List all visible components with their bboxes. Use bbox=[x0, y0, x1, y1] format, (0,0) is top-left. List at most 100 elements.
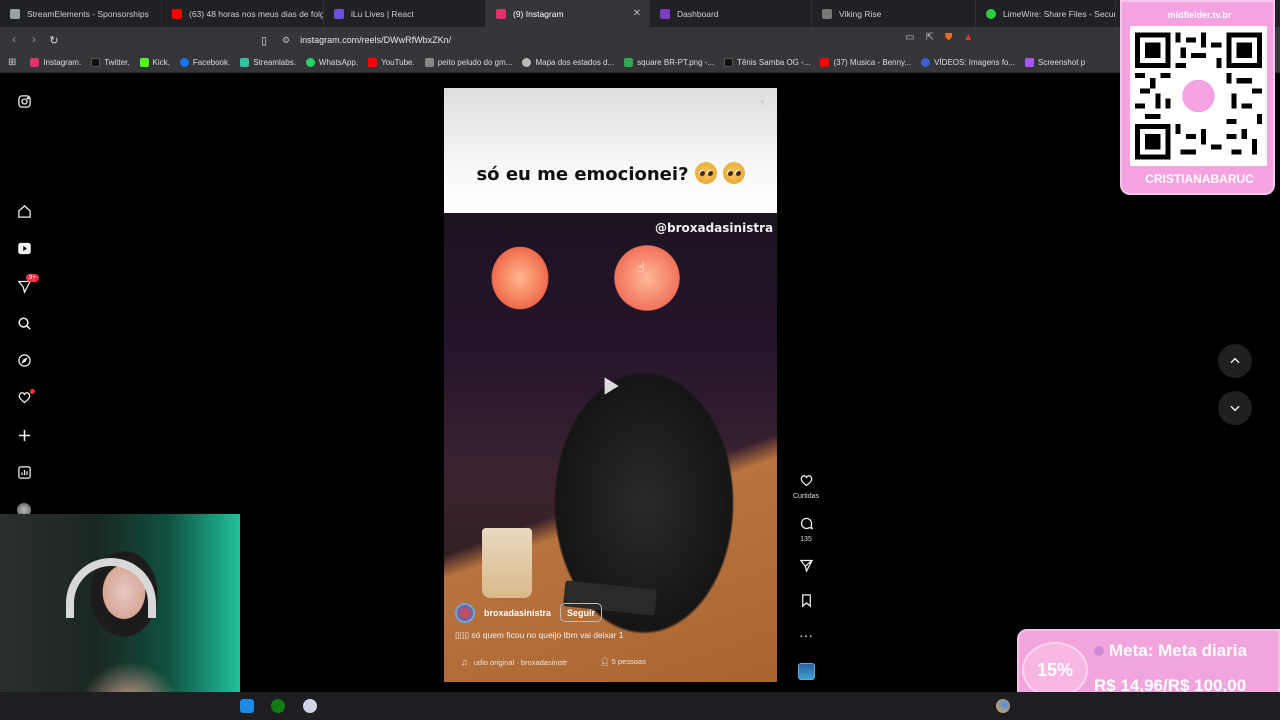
brave-shield-icon[interactable]: ⛊ bbox=[945, 32, 953, 43]
qr-site-label: midfielder.tv.br bbox=[1167, 10, 1232, 20]
bookmark-peito[interactable]: peito peludo do gm... bbox=[424, 58, 512, 67]
like-action[interactable]: Curtidas bbox=[790, 473, 822, 500]
bookmark-icon[interactable] bbox=[790, 593, 822, 611]
search-icon[interactable] bbox=[14, 313, 34, 333]
webcam-overlay bbox=[0, 514, 240, 720]
heart-icon[interactable] bbox=[790, 473, 822, 491]
bookmark-musica[interactable]: (37) Musica - Benny... bbox=[820, 58, 911, 67]
back-icon[interactable]: ‹ bbox=[4, 34, 24, 46]
share-action[interactable] bbox=[790, 558, 822, 576]
bookmark-whatsapp[interactable]: WhatsApp. bbox=[305, 58, 358, 67]
reels-icon[interactable] bbox=[14, 238, 34, 258]
app-icon[interactable] bbox=[303, 699, 317, 713]
bookmark-instagram[interactable]: Instagram. bbox=[30, 58, 81, 67]
streamelements-icon bbox=[10, 8, 20, 19]
adidas-icon bbox=[724, 58, 734, 67]
mute-icon[interactable]: 🔈︎ bbox=[760, 96, 767, 109]
tab-youtube[interactable]: (63) 48 horas nos meus dias de folg bbox=[162, 0, 324, 27]
limewire-icon bbox=[986, 8, 996, 19]
windows-taskbar bbox=[0, 692, 1280, 720]
bookmark-square[interactable]: square BR-PT.png -... bbox=[624, 58, 714, 67]
activity-dot bbox=[30, 389, 35, 394]
follow-button[interactable]: Seguir bbox=[560, 603, 603, 622]
cast-icon[interactable]: ▭ bbox=[905, 32, 914, 43]
copilot-icon[interactable] bbox=[240, 699, 254, 713]
more-options-action[interactable]: ··· bbox=[790, 627, 822, 643]
whatsapp-icon bbox=[305, 58, 315, 67]
goal-dot-icon bbox=[1094, 646, 1104, 656]
bookmarks-bar: ⊞ Instagram. Twitter. Kick. Facebook. St… bbox=[0, 53, 1280, 73]
tab-viking-rise[interactable]: Viking Rise bbox=[812, 0, 976, 27]
bookmark-mapa[interactable]: Mapa dos estados d... bbox=[522, 58, 614, 67]
close-tab-icon[interactable]: ✕ bbox=[633, 8, 641, 19]
next-reel-button[interactable] bbox=[1218, 391, 1252, 425]
apps-grid-icon[interactable]: ⊞ bbox=[8, 57, 16, 68]
instagram-icon bbox=[30, 58, 40, 67]
play-icon[interactable] bbox=[597, 373, 623, 399]
bookmark-facebook[interactable]: Facebook. bbox=[179, 58, 230, 67]
bookmark-videos[interactable]: VÍDEOS: Imagens fo... bbox=[921, 58, 1015, 67]
previous-reel-button[interactable] bbox=[1218, 344, 1252, 378]
reel-caption-title: só eu me emocionei? bbox=[444, 162, 777, 185]
person-icon: 👤︎ bbox=[600, 657, 610, 666]
chevron-down-icon bbox=[1230, 405, 1240, 412]
reel-owner-avatar[interactable] bbox=[455, 603, 475, 623]
reel-player[interactable]: só eu me emocionei? 🔈︎ bbox=[444, 88, 777, 682]
address-bar-row: ‹ › ↻ ▯ ⚙ instagram.com/reels/DWwRfWbxZK… bbox=[0, 27, 1280, 53]
tab-ilu-lives[interactable]: iLu Lives | React bbox=[324, 0, 486, 27]
comment-icon[interactable] bbox=[790, 516, 822, 534]
bookmark-youtube[interactable]: YouTube. bbox=[368, 58, 415, 67]
reel-audio[interactable]: ♫ udio original · broxadasinistr bbox=[461, 657, 568, 667]
audio-thumbnail[interactable] bbox=[798, 663, 815, 680]
dashboard-icon[interactable] bbox=[14, 462, 34, 482]
headset bbox=[66, 558, 156, 618]
explore-icon[interactable] bbox=[14, 350, 34, 370]
bookmark-streamlabs[interactable]: Streamlabs. bbox=[240, 58, 296, 67]
tab-dashboard[interactable]: Dashboard bbox=[650, 0, 812, 27]
reel-owner-name[interactable]: broxadasinistra bbox=[484, 608, 551, 618]
chevron-up-icon bbox=[1230, 357, 1240, 364]
tagged-people[interactable]: 👤︎ 5 pessoas bbox=[600, 657, 646, 666]
site-info-icon[interactable]: ⚙ bbox=[282, 35, 290, 46]
bookmark-twitter[interactable]: Twitter. bbox=[91, 58, 130, 67]
bookmark-page-icon[interactable]: ▯ bbox=[254, 34, 274, 47]
more-icon[interactable]: ··· bbox=[790, 627, 822, 643]
viking-rise-icon bbox=[822, 8, 832, 19]
create-icon[interactable] bbox=[14, 425, 34, 445]
xbox-icon[interactable] bbox=[271, 699, 285, 713]
music-note-icon: ♫ bbox=[461, 657, 468, 667]
weather-icon[interactable] bbox=[996, 699, 1010, 713]
likes-label: Curtidas bbox=[792, 493, 820, 500]
brave-rewards-icon[interactable]: ▲ bbox=[963, 32, 973, 43]
reload-icon[interactable]: ↻ bbox=[44, 34, 64, 47]
page-icon bbox=[424, 58, 434, 67]
forward-icon[interactable]: › bbox=[24, 34, 44, 46]
pleading-face-emoji-icon bbox=[722, 162, 745, 184]
send-icon[interactable] bbox=[790, 558, 822, 576]
bookmark-tenis[interactable]: Tênis Samba OG -... bbox=[724, 58, 810, 67]
address-bar[interactable]: ⚙ instagram.com/reels/DWwRfWbxZKn/ bbox=[282, 31, 1002, 49]
facebook-icon bbox=[179, 58, 189, 67]
comment-action[interactable]: 135 bbox=[790, 516, 822, 543]
pleading-face-emoji-icon bbox=[694, 162, 717, 184]
home-icon[interactable] bbox=[14, 201, 34, 221]
qr-code-icon bbox=[1135, 32, 1262, 160]
reel-caption-area bbox=[444, 88, 777, 213]
bookmark-screenshot[interactable]: Screenshot p bbox=[1025, 58, 1085, 67]
tab-limewire[interactable]: LimeWire: Share Files - Secure File bbox=[976, 0, 1116, 27]
save-action[interactable] bbox=[790, 593, 822, 611]
instagram-logo-icon[interactable] bbox=[14, 91, 34, 111]
reel-description[interactable]: ▯▯▯ só quem ficou no queijo tbm vai deix… bbox=[455, 630, 624, 641]
tab-streamelements[interactable]: StreamElements - Sponsorships bbox=[0, 0, 162, 27]
address-bar-actions: ▭ ⇱ ⛊ ▲ bbox=[905, 32, 973, 43]
comments-count: 135 bbox=[800, 536, 812, 543]
tab-instagram[interactable]: (9) Instagram ✕ bbox=[486, 0, 650, 27]
url-text[interactable]: instagram.com/reels/DWwRfWbxZKn/ bbox=[300, 35, 451, 45]
youtube-icon bbox=[172, 8, 182, 19]
instagram-icon bbox=[496, 8, 506, 19]
x-icon bbox=[91, 58, 101, 67]
bookmark-kick[interactable]: Kick. bbox=[139, 58, 170, 67]
react-icon bbox=[334, 8, 344, 19]
share-icon[interactable]: ⇱ bbox=[925, 32, 933, 43]
qr-streamer-name: CRISTIANABARUC bbox=[1145, 172, 1254, 186]
